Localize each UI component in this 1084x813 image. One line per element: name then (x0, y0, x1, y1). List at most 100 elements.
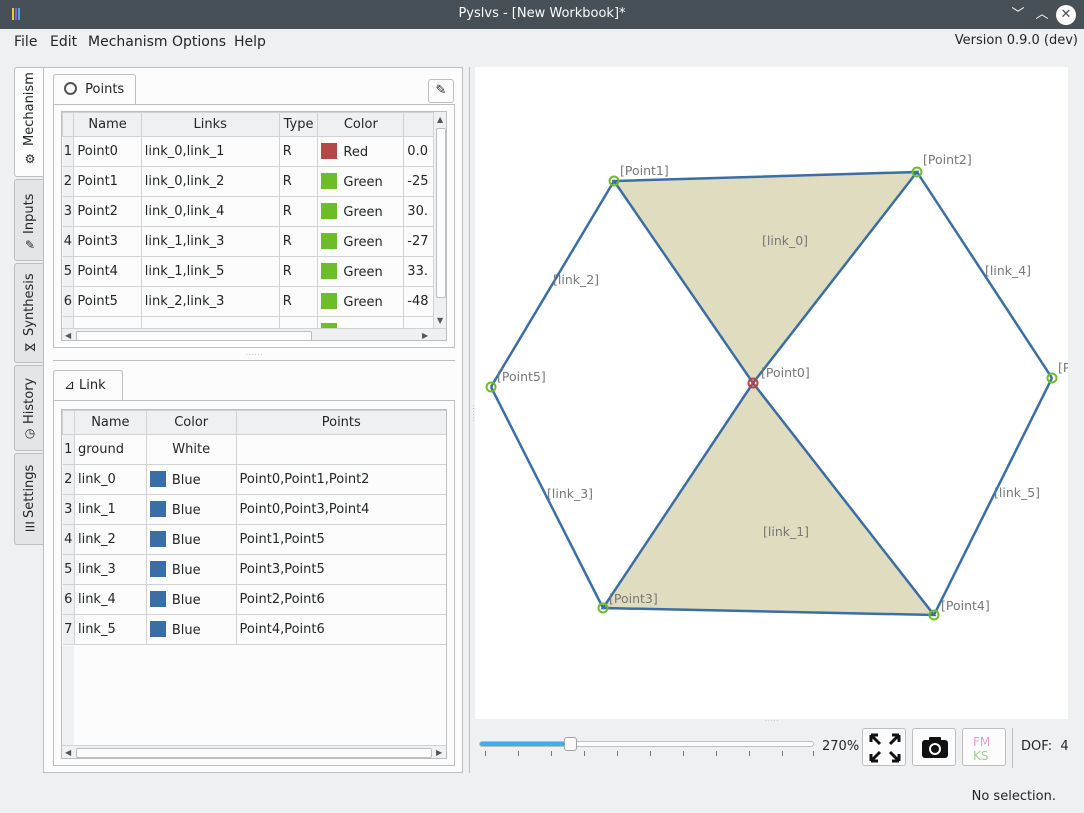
row-number[interactable]: 4 (62, 524, 75, 555)
tab-history[interactable]: History ◷ (14, 365, 44, 451)
row-number[interactable]: 1 (62, 136, 75, 167)
panel-splitter[interactable]: ...... (246, 350, 263, 357)
table-row[interactable]: 7 link_5 Blue Point4,Point6 (62, 614, 446, 645)
minimize-button[interactable]: ﹀ (1008, 5, 1028, 25)
link-points[interactable]: Point0,Point3,Point4 (236, 494, 446, 525)
points-vscrollbar[interactable]: ▲ ▼ (433, 112, 446, 328)
point-x[interactable]: -48 (403, 286, 434, 317)
link-name[interactable]: link_2 (74, 524, 147, 555)
link-points[interactable]: Point3,Point5 (236, 554, 446, 585)
link-1-shape[interactable] (600, 380, 937, 617)
col-links[interactable]: Links (140, 112, 280, 137)
point-links[interactable]: link_1,link_3 (141, 226, 280, 257)
mechanism-drawing[interactable]: [Point0] [Point1] [Point2] [Point3] [Point4]… (475, 67, 1068, 719)
link-name[interactable]: link_4 (74, 584, 147, 615)
row-number[interactable]: 6 (62, 286, 75, 317)
point-color-cell[interactable]: Green (317, 226, 405, 257)
table-row[interactable]: 3 link_1 Blue Point0,Point3,Point4 (62, 494, 446, 525)
links-hscrollbar[interactable]: ◀ ▶ (62, 745, 446, 758)
point-color-cell[interactable]: Green (317, 256, 405, 287)
point-color-cell[interactable]: Green (317, 196, 405, 227)
tab-mechanism[interactable]: Mechanism ⚙ (14, 67, 44, 177)
point-x[interactable]: -27 (403, 226, 434, 257)
point-x[interactable]: -25 (403, 166, 434, 197)
menu-options[interactable]: Options (172, 34, 226, 50)
col-type[interactable]: Type (278, 112, 319, 137)
row-number[interactable]: 5 (62, 554, 75, 585)
fmks-button[interactable]: FM KS (962, 728, 1006, 766)
col-color[interactable]: Color (317, 112, 405, 137)
row-number[interactable]: 3 (62, 494, 75, 525)
point-links[interactable]: link_0,link_4 (141, 196, 280, 227)
col-name[interactable]: Name (73, 112, 142, 137)
menu-help[interactable]: Help (234, 34, 266, 50)
link-points[interactable]: Point4,Point6 (236, 614, 446, 645)
screenshot-button[interactable] (912, 728, 956, 766)
menu-edit[interactable]: Edit (50, 34, 77, 50)
tab-settings[interactable]: Settings ☰ (14, 453, 44, 545)
point-color-cell[interactable]: Green (317, 166, 405, 197)
point-name[interactable]: Point5 (73, 286, 142, 317)
link-name[interactable]: link_5 (74, 614, 147, 645)
point-x[interactable]: 0.0 (403, 136, 434, 167)
table-row[interactable]: 2 Point1 link_0,link_2 R Green -25 (62, 166, 434, 197)
table-row[interactable]: 4 Point3 link_1,link_3 R Green -27 (62, 226, 434, 257)
point-type[interactable]: R (279, 286, 319, 317)
point-name[interactable]: Point3 (73, 226, 142, 257)
table-row[interactable]: 5 Point4 link_1,link_5 R Green 33. (62, 256, 434, 287)
table-row[interactable]: 6 link_4 Blue Point2,Point6 (62, 584, 446, 615)
maximize-button[interactable]: ︿ (1032, 5, 1052, 25)
point-name[interactable]: Point2 (73, 196, 142, 227)
row-number[interactable]: 4 (62, 226, 75, 257)
fit-view-button[interactable] (862, 728, 906, 766)
link-color-cell[interactable]: Blue (146, 554, 237, 585)
link-points[interactable]: Point1,Point5 (236, 524, 446, 555)
tab-inputs[interactable]: Inputs ✎ (14, 179, 44, 261)
point-links[interactable]: link_2,link_3 (141, 286, 280, 317)
zoom-slider-handle[interactable] (564, 737, 577, 751)
table-row[interactable]: 1 Point0 link_0,link_1 R Red 0.0 (62, 136, 434, 167)
points-vscroll-thumb[interactable] (436, 128, 446, 298)
menu-mechanism[interactable]: Mechanism (88, 34, 168, 50)
zoom-slider[interactable] (479, 737, 814, 751)
tab-link[interactable]: ⊿ Link (53, 370, 123, 400)
point-x[interactable]: 30. (403, 196, 434, 227)
col-name[interactable]: Name (73, 410, 147, 435)
link-color-cell[interactable]: Blue (146, 494, 237, 525)
row-number[interactable]: 2 (62, 464, 75, 495)
link-0-shape[interactable] (611, 170, 920, 386)
row-number[interactable]: 2 (62, 166, 75, 197)
close-button[interactable]: ✕ (1056, 5, 1076, 25)
tab-synthesis[interactable]: Synthesis ⋈ (14, 263, 44, 363)
tab-points[interactable]: Points (53, 74, 136, 104)
point-color-cell[interactable]: Green (317, 286, 405, 317)
point-name[interactable]: Point1 (73, 166, 142, 197)
link-points[interactable]: Point0,Point1,Point2 (236, 464, 446, 495)
col-color[interactable]: Color (145, 410, 237, 435)
point-name[interactable]: Point4 (73, 256, 142, 287)
points-hscroll-thumb[interactable] (76, 331, 312, 340)
link-color-cell[interactable]: Blue (146, 584, 237, 615)
link-name[interactable]: link_1 (74, 494, 147, 525)
point-color-cell[interactable]: Red (317, 136, 405, 167)
point-name[interactable]: Point0 (73, 136, 142, 167)
table-row[interactable]: 3 Point2 link_0,link_4 R Green 30. (62, 196, 434, 227)
col-points[interactable]: Points (235, 410, 446, 435)
col-x[interactable] (403, 112, 434, 137)
table-row[interactable]: 1 ground White (62, 434, 446, 465)
point-type[interactable]: R (279, 196, 319, 227)
link-color-cell[interactable]: Blue (146, 464, 237, 495)
table-row[interactable]: 4 link_2 Blue Point1,Point5 (62, 524, 446, 555)
menu-file[interactable]: File (14, 34, 37, 50)
links-hscroll-thumb[interactable] (76, 748, 432, 758)
link-color-cell[interactable]: Blue (146, 614, 237, 645)
point-type[interactable]: R (279, 226, 319, 257)
link-color-cell[interactable]: White (146, 434, 237, 465)
row-number[interactable]: 3 (62, 196, 75, 227)
row-number[interactable]: 6 (62, 584, 75, 615)
point-type[interactable]: R (279, 256, 319, 287)
point-type[interactable]: R (279, 166, 319, 197)
points-hscrollbar[interactable]: ◀ ▶ (62, 328, 446, 340)
table-row[interactable]: 5 link_3 Blue Point3,Point5 (62, 554, 446, 585)
mechanism-canvas[interactable]: [Point0] [Point1] [Point2] [Point3] [Point4]… (475, 67, 1068, 719)
